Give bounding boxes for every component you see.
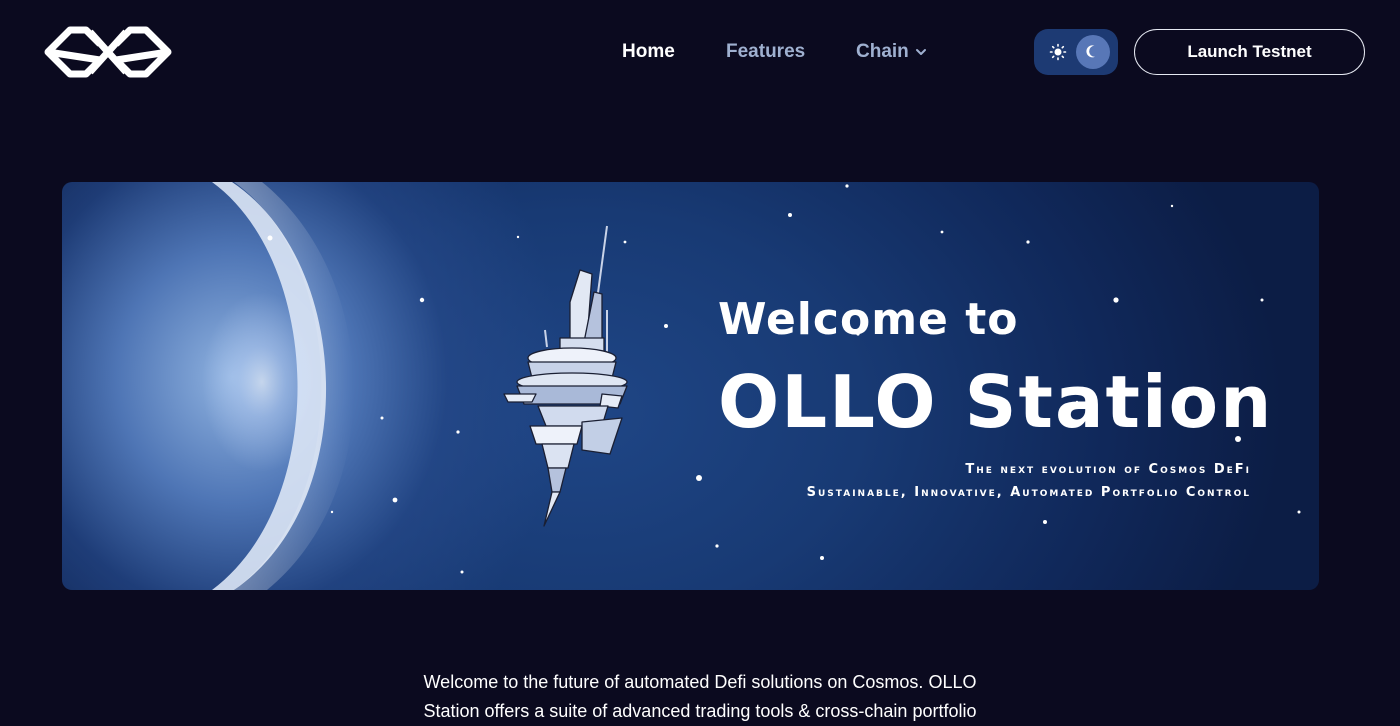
hero-title-line-1: Welcome to <box>718 294 1019 345</box>
theme-toggle-knob[interactable] <box>1076 35 1110 69</box>
moon-icon <box>1086 45 1095 58</box>
intro-line-1: Welcome to the future of automated Defi … <box>423 672 977 692</box>
main-nav: Home Features Chain <box>622 36 927 68</box>
oxo-logo[interactable] <box>44 22 172 82</box>
nav-chain-label: Chain <box>856 41 909 62</box>
nav-home[interactable]: Home <box>622 36 726 68</box>
theme-toggle[interactable] <box>1034 29 1118 75</box>
launch-testnet-button[interactable]: Launch Testnet <box>1134 29 1365 75</box>
hero-subtitle-line-1: The next evolution of Cosmos DeFi <box>965 462 1251 477</box>
hero-title-line-2: OLLO Station <box>718 360 1274 444</box>
intro-line-2: Station offers a suite of advanced tradi… <box>423 701 977 721</box>
intro-paragraph: Welcome to the future of automated Defi … <box>360 668 1040 726</box>
sun-icon[interactable] <box>1049 43 1067 61</box>
space-station-illustration <box>503 225 628 527</box>
nav-chain[interactable]: Chain <box>856 36 927 68</box>
hero-subtitle-line-2: Sustainable, Innovative, Automated Portf… <box>806 485 1251 500</box>
hero-banner: Welcome to OLLO Station The next evoluti… <box>62 182 1319 590</box>
nav-features[interactable]: Features <box>726 36 856 68</box>
chevron-down-icon <box>915 49 926 55</box>
page: Home Features Chain Launch Testnet Welco… <box>0 0 1400 726</box>
